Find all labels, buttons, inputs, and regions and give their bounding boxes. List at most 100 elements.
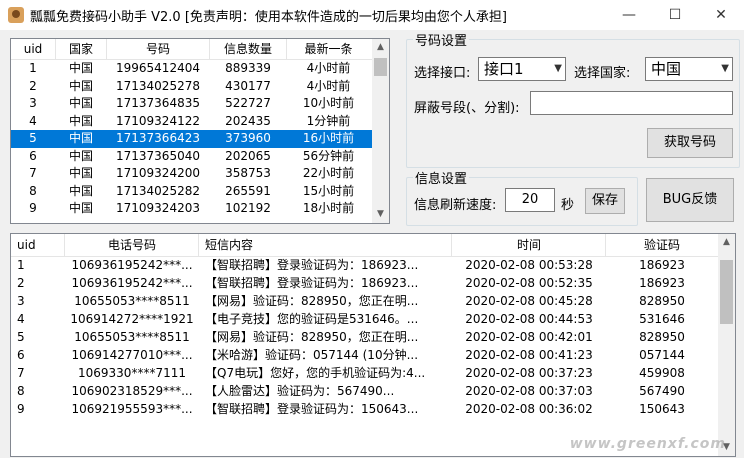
table-row[interactable]: 2 中国 17134025278 430177 4小时前 — [11, 78, 372, 96]
close-button[interactable]: ✕ — [698, 0, 744, 30]
table-row[interactable]: 7 1069330****7111 【Q7电玩】您好，您的手机验证码为:4... 20… — [11, 365, 718, 383]
cell-number: 17137366423 — [116, 131, 200, 145]
cell-latest: 15小时前 — [302, 183, 355, 198]
cell-time: 2020-02-08 00:37:23 — [465, 366, 593, 380]
col-latest[interactable]: 最新一条 — [287, 39, 370, 59]
scroll-thumb[interactable] — [720, 260, 733, 324]
table-row[interactable]: 7 中国 17109324200 358753 22小时前 — [11, 165, 372, 183]
cell-uid: 6 — [17, 348, 25, 362]
interface-select-value: 接口1 — [484, 60, 524, 78]
cell-count: 522727 — [225, 96, 271, 110]
client-area: uid 国家 号码 信息数量 最新一条 1 中国 19965412404 889339… — [0, 30, 744, 458]
cell-uid: 2 — [29, 78, 37, 93]
minimize-button[interactable]: — — [606, 0, 652, 30]
cell-latest: 4小时前 — [306, 61, 351, 75]
table-row[interactable]: 5 10655053****8511 【网易】验证码：828950，您正在明... 2… — [11, 329, 718, 347]
scroll-thumb[interactable] — [374, 58, 387, 76]
info-settings-legend: 信息设置 — [415, 172, 468, 187]
cell-uid: 5 — [29, 131, 37, 145]
col-code[interactable]: 验证码 — [606, 234, 718, 256]
table-row[interactable]: 2 106936195242***... 【智联招聘】登录验证码为：186923..… — [11, 275, 718, 293]
cell-uid: 3 — [29, 96, 37, 110]
numbers-list[interactable]: uid 国家 号码 信息数量 最新一条 1 中国 19965412404 889339… — [10, 38, 390, 224]
col-number[interactable]: 号码 — [107, 39, 210, 59]
cell-phone: 106936195242***... — [71, 258, 193, 272]
scroll-up-icon[interactable]: ▲ — [718, 234, 735, 251]
cell-time: 2020-02-08 00:53:28 — [465, 258, 593, 272]
table-row[interactable]: 8 106902318529***... 【人脸雷达】验证码为：567490... 2… — [11, 383, 718, 401]
cell-uid: 8 — [17, 384, 25, 398]
col-uid[interactable]: uid — [11, 39, 56, 59]
cell-uid: 3 — [17, 294, 25, 308]
cell-latest: 18小时前 — [302, 201, 355, 215]
cell-time: 2020-02-08 00:41:23 — [465, 348, 593, 362]
cell-number: 17134025282 — [116, 183, 200, 198]
cell-phone: 1069330****7111 — [78, 366, 186, 380]
table-row[interactable]: 4 106914272****1921 【电子竞技】您的验证码是531646。...… — [11, 311, 718, 329]
get-number-button[interactable]: 获取号码 — [647, 128, 733, 158]
table-row[interactable]: 5 中国 17137366423 373960 16小时前 — [11, 130, 372, 148]
table-row[interactable]: 9 106921955593***... 【智联招聘】登录验证码为：150643..… — [11, 401, 718, 419]
cell-latest: 16小时前 — [302, 131, 355, 145]
table-row[interactable]: 6 中国 17137365040 202065 56分钟前 — [11, 148, 372, 166]
cell-uid: 8 — [29, 183, 37, 198]
cell-number: 19965412404 — [116, 61, 200, 75]
cell-code: 828950 — [639, 294, 685, 308]
col-time[interactable]: 时间 — [453, 234, 606, 256]
cell-latest: 1分钟前 — [306, 113, 351, 128]
interface-label: 选择接口: — [414, 66, 471, 81]
sms-list-scrollbar[interactable]: ▲ ▼ — [718, 234, 735, 456]
interface-select[interactable]: 接口1 ▼ — [478, 57, 566, 81]
cell-phone: 10655053****8511 — [74, 330, 190, 344]
watermark: www.greenxf.com — [569, 436, 726, 452]
maximize-button[interactable]: ☐ — [652, 0, 698, 30]
country-select-value: 中国 — [651, 60, 682, 78]
table-row[interactable]: 1 中国 19965412404 889339 4小时前 — [11, 60, 372, 78]
table-row[interactable]: 3 中国 17137364835 522727 10小时前 — [11, 95, 372, 113]
table-row[interactable]: 8 中国 17134025282 265591 15小时前 — [11, 183, 372, 201]
table-row[interactable]: 1 106936195242***... 【智联招聘】登录验证码为：186923..… — [11, 257, 718, 275]
bug-report-button[interactable]: BUG反馈 — [646, 178, 734, 222]
cell-content: 【米哈游】验证码：057144 (10分钟... — [205, 348, 419, 362]
save-button[interactable]: 保存 — [585, 188, 625, 214]
cell-uid: 2 — [17, 276, 25, 290]
title-bar: 瓢瓢免费接码小助手 V2.0 [免责声明：使用本软件造成的一切后果均由您个人承担… — [0, 0, 744, 30]
cell-count: 889339 — [225, 61, 271, 75]
country-label: 选择国家: — [574, 66, 631, 81]
col-message-count[interactable]: 信息数量 — [210, 39, 287, 59]
cell-country: 中国 — [68, 183, 93, 198]
cell-count: 265591 — [225, 183, 271, 198]
refresh-label: 信息刷新速度: — [414, 198, 497, 213]
scroll-up-icon[interactable]: ▲ — [372, 39, 389, 56]
numbers-list-scrollbar[interactable]: ▲ ▼ — [372, 39, 389, 223]
numbers-list-rows: 1 中国 19965412404 889339 4小时前 2 中国 17134025278 43… — [11, 60, 372, 218]
cell-uid: 9 — [29, 201, 37, 215]
cell-country: 中国 — [68, 131, 93, 145]
sms-list[interactable]: uid 电话号码 短信内容 时间 验证码 1 106936195242***...… — [10, 233, 736, 457]
cell-count: 102192 — [225, 201, 271, 215]
window-title: 瓢瓢免费接码小助手 V2.0 [免责声明：使用本软件造成的一切后果均由您个人承担… — [30, 10, 507, 25]
col-country[interactable]: 国家 — [56, 39, 107, 59]
cell-phone: 106914277010***... — [71, 348, 193, 362]
cell-code: 531646 — [639, 312, 685, 326]
col-phone[interactable]: 电话号码 — [66, 234, 199, 256]
cell-uid: 5 — [17, 330, 25, 344]
cell-phone: 106914272****1921 — [70, 312, 194, 326]
table-row[interactable]: 9 中国 17109324203 102192 18小时前 — [11, 200, 372, 218]
table-row[interactable]: 6 106914277010***... 【米哈游】验证码：057144 (10分钟… — [11, 347, 718, 365]
country-select[interactable]: 中国 ▼ — [645, 57, 733, 81]
refresh-input[interactable]: 20 — [505, 188, 555, 212]
table-row[interactable]: 4 中国 17109324122 202435 1分钟前 — [11, 113, 372, 131]
cell-code: 459908 — [639, 366, 685, 380]
table-row[interactable]: 3 10655053****8511 【网易】验证码：828950，您正在明... 2… — [11, 293, 718, 311]
scroll-down-icon[interactable]: ▼ — [372, 206, 389, 223]
cell-content: 【智联招聘】登录验证码为：186923... — [205, 276, 419, 290]
cell-code: 828950 — [639, 330, 685, 344]
col-content[interactable]: 短信内容 — [199, 234, 452, 256]
cell-uid: 4 — [29, 113, 37, 128]
block-input[interactable] — [530, 91, 733, 115]
cell-uid: 6 — [29, 148, 37, 163]
cell-country: 中国 — [68, 201, 93, 215]
seconds-label: 秒 — [561, 198, 575, 213]
col-sms-uid[interactable]: uid — [11, 234, 65, 256]
